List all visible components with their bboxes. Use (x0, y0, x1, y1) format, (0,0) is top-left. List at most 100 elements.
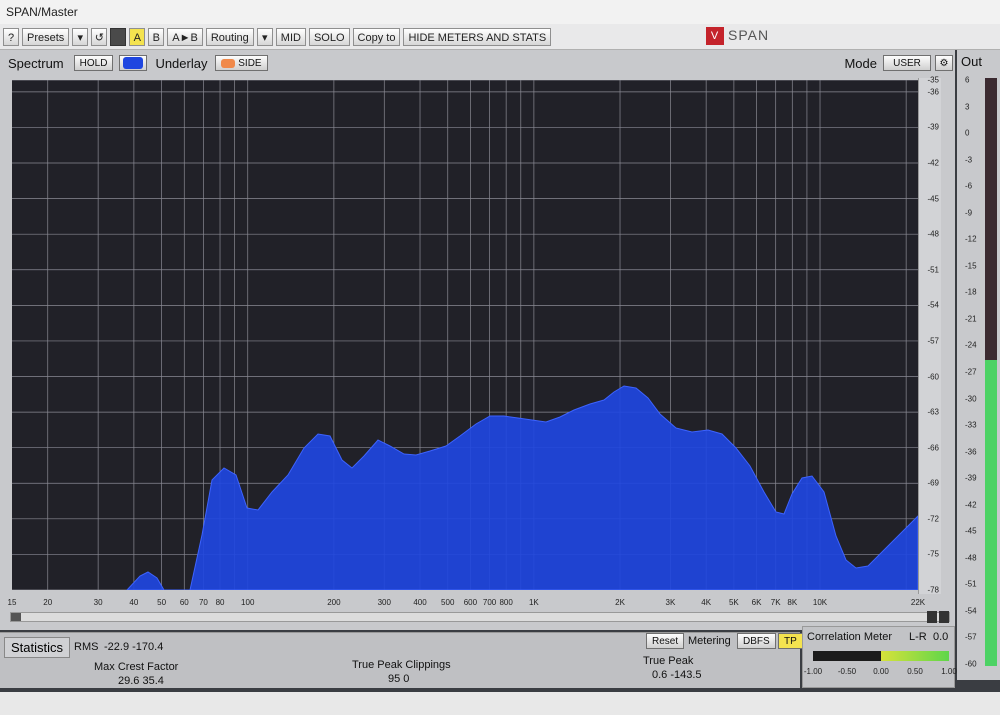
copy-a-to-b-button[interactable]: A►B (167, 27, 203, 46)
correlation-lr-label: L-R (909, 631, 927, 643)
correlation-value: 0.0 (933, 631, 949, 643)
output-tick-label: 3 (965, 102, 970, 112)
reset-icon[interactable]: ↺ (91, 27, 108, 46)
hide-meters-button[interactable]: HIDE METERS AND STATS (403, 27, 552, 46)
reset-button[interactable]: Reset (646, 633, 685, 649)
level-tick-label: -78 (927, 585, 939, 595)
window-title: SPAN/Master (6, 5, 78, 19)
frequency-tick-label: 8K (787, 598, 798, 607)
correlation-title: Correlation Meter (807, 631, 892, 643)
level-tick-label: -45 (927, 194, 939, 204)
help-button[interactable]: ? (3, 27, 19, 46)
correlation-tick-label: -0.50 (837, 667, 857, 676)
frequency-tick-label: 2K (615, 598, 625, 607)
output-tick-label: -24 (965, 340, 977, 350)
frequency-tick-label: 30 (93, 598, 103, 607)
level-tick-label: -36 (927, 87, 939, 97)
correlation-bar-fill (881, 651, 949, 661)
level-scale[interactable]: -35 -36 -39 -42 -45 -48 -51 -54 -57 -60 -63 -66 -69 -… (918, 75, 941, 595)
side-button[interactable]: SIDE (215, 55, 268, 71)
level-tick-label: -42 (927, 158, 939, 168)
frequency-tick-label: 4K (701, 598, 712, 607)
spectrum-color-button[interactable] (119, 55, 148, 71)
scroll-left-icon[interactable] (11, 613, 21, 621)
dbfs-button[interactable]: DBFS (737, 633, 776, 649)
frequency-tick-label: 10K (812, 598, 828, 607)
frequency-tick-label: 50 (157, 598, 167, 607)
crest-values: 29.6 35.4 (118, 675, 164, 687)
frequency-tick-label: 1K (528, 598, 539, 607)
scroll-right-icon[interactable] (927, 611, 937, 623)
output-title: Out (961, 54, 982, 69)
side-label: SIDE (238, 58, 262, 69)
frequency-tick-label: 60 (179, 598, 189, 607)
frequency-tick-label: 3K (665, 598, 676, 607)
brand-name: SPAN (728, 27, 770, 43)
frequency-tick-label: 15 (7, 598, 17, 607)
metering-label: Metering (688, 635, 731, 647)
toolbar: ? Presets ▾ ↺ A B A►B Routing ▾ MID SOLO… (0, 24, 1000, 50)
mid-button[interactable]: MID (275, 27, 306, 46)
preset-a-button[interactable]: A (129, 27, 146, 46)
frequency-tick-label: 7K (770, 598, 781, 607)
frequency-tick-label: 800 (499, 598, 513, 607)
statistics-title: Statistics (4, 637, 71, 658)
mode-label: Mode (844, 55, 877, 71)
frequency-tick-label: 70 (198, 598, 208, 607)
clippings-values: 95 0 (388, 673, 410, 685)
output-tick-label: -36 (965, 447, 977, 457)
spectrum-title: Spectrum (8, 55, 64, 71)
tp-button[interactable]: TP (778, 633, 803, 649)
presets-button[interactable]: Presets (22, 27, 70, 46)
spectrum-panel: Spectrum HOLD Underlay SIDE Mode USER ⚙ … (0, 50, 955, 630)
output-tick-label: 6 (965, 75, 970, 85)
solo-button[interactable]: SOLO (308, 27, 350, 46)
color-swatch-button[interactable] (110, 27, 127, 46)
mode-selector[interactable]: USER (883, 55, 931, 71)
level-tick-label: -51 (927, 265, 939, 275)
frequency-tick-label: 22K (910, 598, 926, 607)
frequency-tick-label: 500 (441, 598, 455, 607)
spectrum-svg (12, 79, 919, 591)
copy-to-button[interactable]: Copy to (352, 27, 401, 46)
correlation-meter-panel: Correlation Meter L-R 0.0 -1.00 -0.50 0.00… (802, 626, 957, 688)
level-tick-label: -48 (927, 229, 939, 239)
output-tick-label: -6 (965, 181, 973, 191)
brand-logo-icon: V (706, 27, 724, 46)
frequency-tick-label: 100 (241, 598, 255, 607)
routing-button[interactable]: Routing (205, 27, 254, 46)
level-tick-label: -54 (927, 300, 939, 310)
hold-button[interactable]: HOLD (73, 55, 114, 71)
rms-label: RMS (74, 641, 99, 653)
correlation-bar (813, 651, 949, 661)
scroll-diamond-icon[interactable] (939, 611, 949, 623)
settings-gear-icon[interactable]: ⚙ (935, 55, 953, 71)
frequency-tick-label: 6K (751, 598, 762, 607)
level-tick-label: -75 (927, 549, 939, 559)
output-meter-panel: Out 6 3 0 -3 -6 -9 -12 -15 -18 -21 -24 -27 -30 -33 -36… (957, 50, 1000, 680)
taskbar (0, 692, 1000, 715)
frequency-axis: 15 20 30 40 50 60 70 80 100 200 300 400 500 600 700 800… (0, 596, 955, 610)
level-tick-label: -39 (927, 122, 939, 132)
output-tick-label: -9 (965, 208, 973, 218)
frequency-tick-label: 400 (413, 598, 427, 607)
spectrum-color-swatch (123, 57, 144, 70)
spectrum-plot[interactable] (12, 79, 919, 591)
output-tick-label: -15 (965, 261, 977, 271)
output-tick-label: -27 (965, 367, 977, 377)
level-tick-label: -35 (927, 75, 939, 85)
frequency-tick-label: 80 (215, 598, 225, 607)
correlation-tick-label: 0.00 (873, 667, 889, 676)
preset-b-button[interactable]: B (148, 27, 165, 46)
clippings-label: True Peak Clippings (352, 659, 451, 671)
correlation-tick-label: -1.00 (803, 667, 823, 676)
horizontal-scrollbar[interactable] (10, 611, 950, 623)
presets-dropdown-icon[interactable]: ▾ (72, 27, 89, 46)
output-meter (985, 78, 997, 666)
output-tick-label: -21 (965, 314, 977, 324)
title-bar: SPAN/Master (0, 0, 1000, 24)
output-tick-label: -45 (965, 526, 977, 536)
level-tick-label: -60 (927, 372, 939, 381)
output-tick-label: -48 (965, 553, 977, 563)
routing-dropdown-icon[interactable]: ▾ (256, 27, 273, 46)
